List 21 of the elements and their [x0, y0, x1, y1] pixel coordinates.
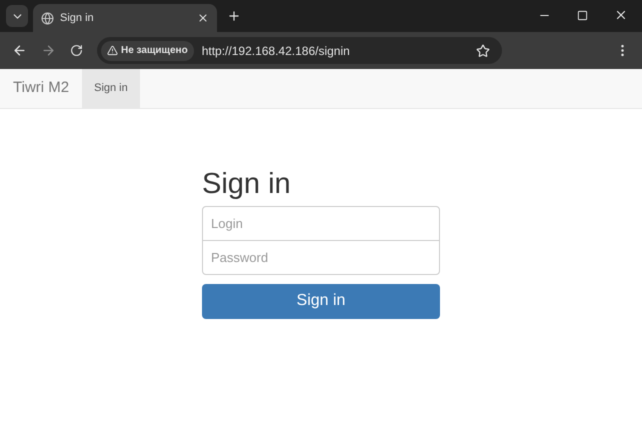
warning-icon	[107, 45, 118, 56]
browser-tab[interactable]: Sign in	[33, 4, 217, 32]
nav-link[interactable]: Sign in	[82, 69, 140, 108]
url-text: http://192.168.42.186/signin	[202, 42, 351, 60]
forward-icon[interactable]	[41, 43, 56, 58]
reload-icon[interactable]	[70, 44, 83, 57]
tab-title: Sign in	[60, 10, 95, 26]
close-icon[interactable]	[614, 8, 628, 22]
navbar-brand[interactable]: Tiwri M2	[0, 69, 82, 108]
back-icon[interactable]	[12, 43, 27, 58]
new-tab-icon[interactable]	[227, 9, 241, 23]
tab-search-button[interactable]	[6, 5, 28, 27]
form-heading: Sign in	[202, 167, 292, 202]
address-bar[interactable]: Не защищено http://192.168.42.186/signin	[97, 37, 502, 64]
maximize-icon[interactable]	[577, 10, 588, 20]
input-field[interactable]: Password	[202, 240, 440, 275]
bookmark-star-icon[interactable]	[476, 44, 490, 58]
globe-icon	[41, 12, 54, 24]
input-field[interactable]: Login	[202, 206, 440, 241]
close-icon[interactable]	[197, 12, 209, 24]
sign-in-button[interactable]: Sign in	[202, 284, 440, 319]
